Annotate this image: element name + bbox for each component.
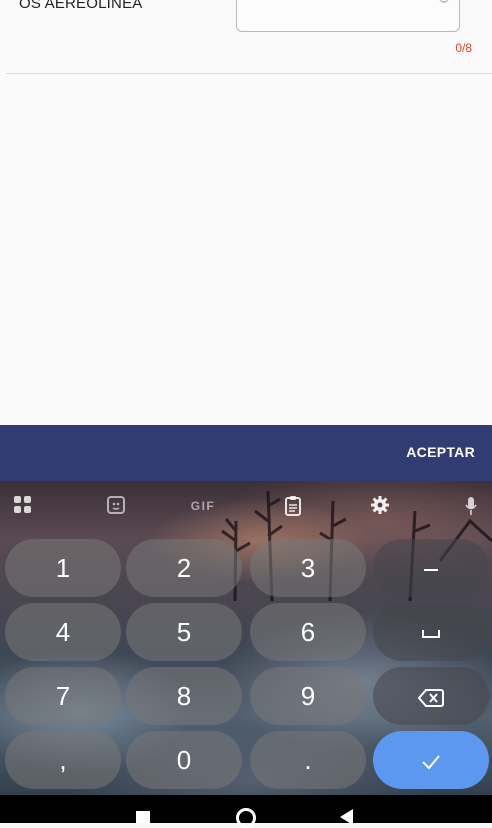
key-6[interactable]: 6	[250, 603, 366, 661]
dialog-action-bar: ACEPTAR	[0, 425, 492, 481]
form-area: OS AEREOLINEA 0/8	[0, 0, 492, 425]
aereolinea-input[interactable]	[236, 0, 460, 32]
key-2[interactable]: 2	[126, 539, 242, 597]
character-counter: 0/8	[455, 41, 472, 55]
backspace-icon	[417, 689, 444, 708]
done-key[interactable]	[373, 731, 489, 789]
minus-icon	[424, 569, 438, 572]
backspace-key[interactable]	[373, 667, 489, 725]
space-key[interactable]	[373, 603, 489, 661]
square-icon[interactable]	[136, 811, 150, 823]
period-key[interactable]: .	[250, 731, 366, 789]
space-icon	[422, 630, 440, 639]
grid-icon[interactable]	[12, 495, 34, 517]
key-0[interactable]: 0	[126, 731, 242, 789]
keyboard-toolbar: GIF	[0, 481, 492, 531]
field-indicator-icon	[439, 0, 449, 3]
key-7[interactable]: 7	[5, 667, 121, 725]
accept-button[interactable]: ACEPTAR	[406, 444, 475, 460]
numeric-keyboard: GIF 1 2 3 4 5 6 7 8 9 , 0 .	[0, 481, 492, 795]
key-3[interactable]: 3	[250, 539, 366, 597]
key-8[interactable]: 8	[126, 667, 242, 725]
check-icon	[422, 755, 440, 770]
minus-key[interactable]	[373, 539, 489, 597]
system-nav-bar	[0, 795, 492, 828]
key-5[interactable]: 5	[126, 603, 242, 661]
key-4[interactable]: 4	[5, 603, 121, 661]
clipboard-icon[interactable]	[282, 495, 304, 517]
field-label: OS AEREOLINEA	[19, 0, 143, 12]
sticker-icon[interactable]	[104, 495, 128, 517]
circle-icon[interactable]	[236, 808, 256, 828]
key-9[interactable]: 9	[250, 667, 366, 725]
key-1[interactable]: 1	[5, 539, 121, 597]
gif-button[interactable]: GIF	[186, 495, 220, 517]
comma-key[interactable]: ,	[5, 731, 121, 789]
divider	[6, 73, 492, 74]
mic-icon[interactable]	[462, 495, 480, 517]
gear-icon[interactable]	[368, 495, 392, 517]
